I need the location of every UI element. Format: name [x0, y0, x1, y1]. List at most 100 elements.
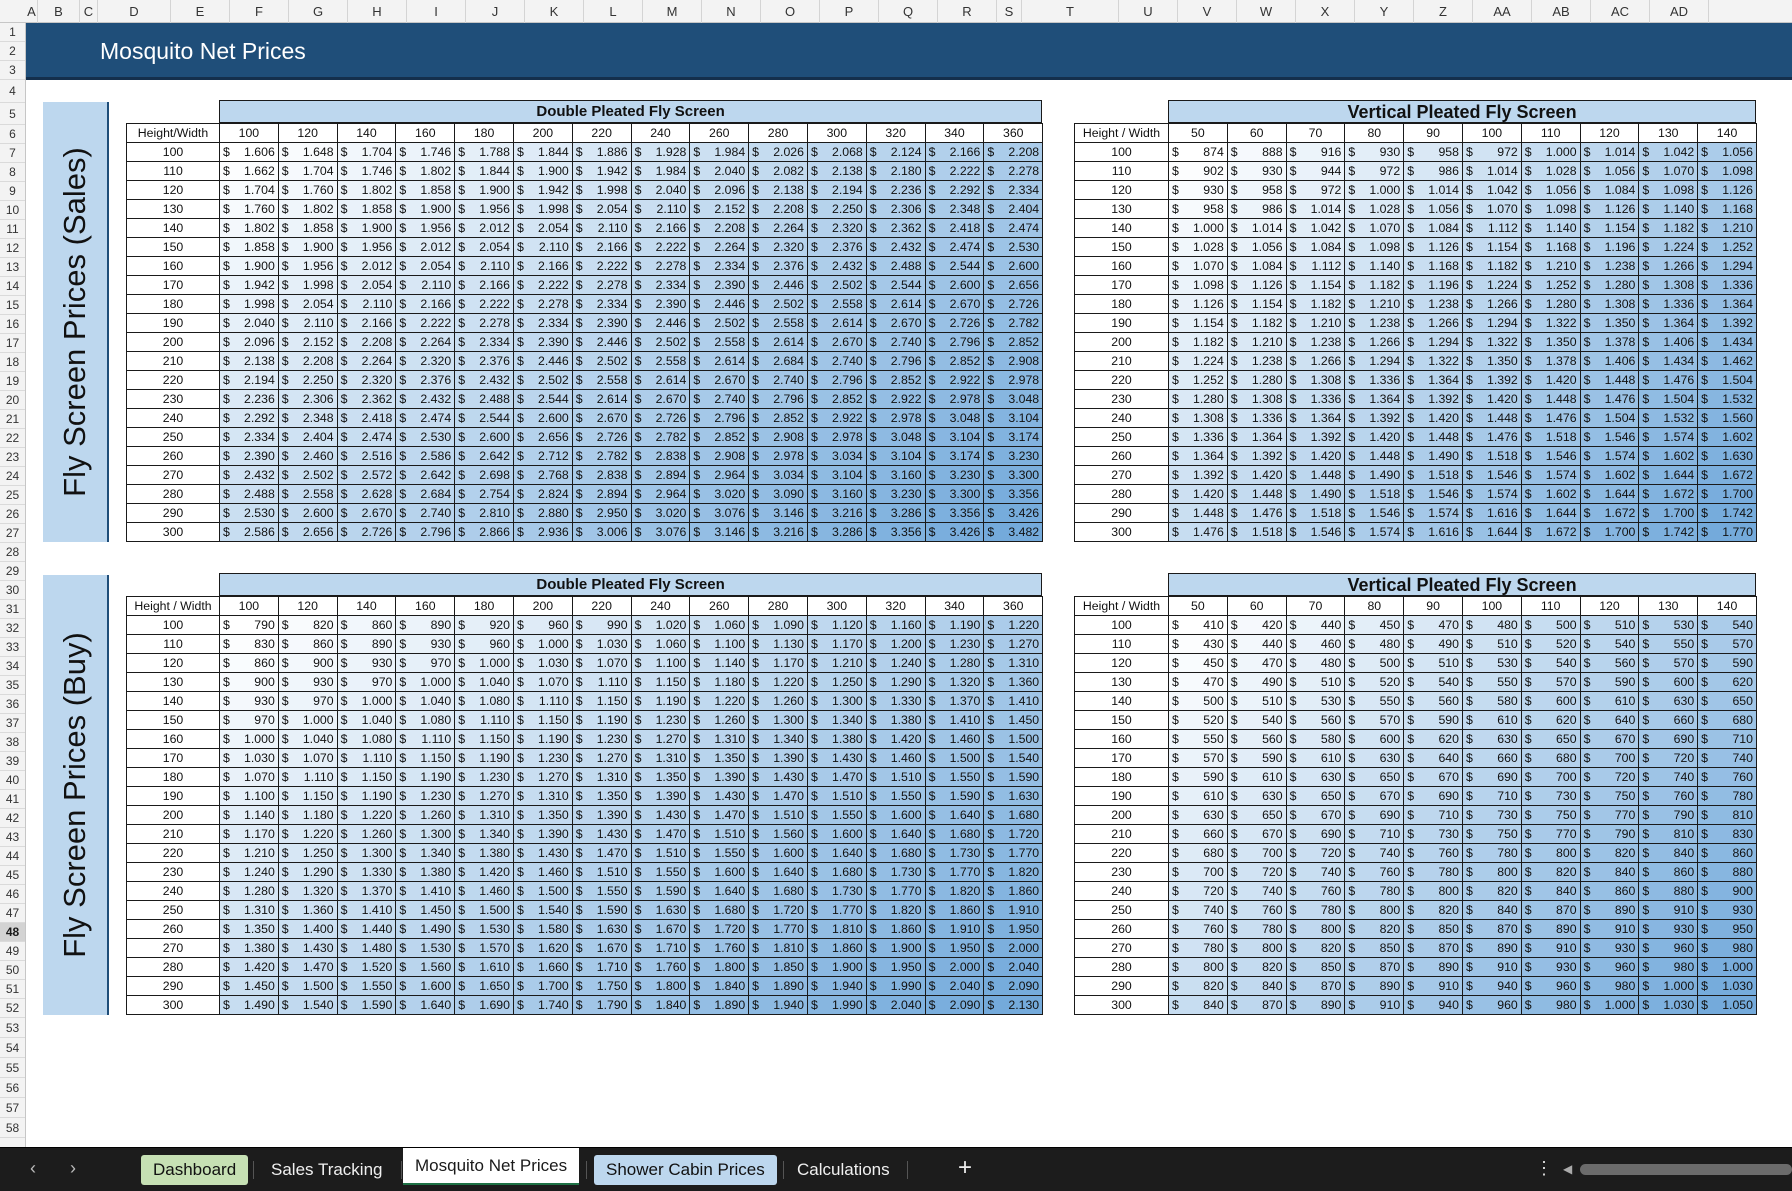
price-cell[interactable]: $760	[1168, 919, 1228, 939]
price-cell[interactable]: $1.266	[1403, 313, 1463, 333]
price-cell[interactable]: $3.048	[924, 408, 985, 428]
width-header[interactable]: 100	[219, 596, 279, 616]
height-label[interactable]: 200	[126, 332, 220, 352]
price-cell[interactable]: $2.054	[277, 294, 338, 314]
height-label[interactable]: 110	[1074, 161, 1169, 181]
price-cell[interactable]: $830	[1697, 824, 1757, 844]
price-cell[interactable]: $1.014	[1461, 161, 1522, 181]
width-header[interactable]: 120	[277, 123, 338, 143]
width-header[interactable]: 50	[1168, 123, 1228, 143]
price-cell[interactable]: $800	[1403, 881, 1463, 901]
price-cell[interactable]: $2.096	[219, 332, 279, 352]
price-cell[interactable]: $670	[1344, 786, 1405, 806]
price-cell[interactable]: $1.180	[689, 672, 750, 692]
price-cell[interactable]: $640	[1403, 748, 1463, 768]
price-cell[interactable]: $1.310	[571, 767, 632, 787]
price-cell[interactable]: $1.802	[219, 218, 279, 238]
price-cell[interactable]: $1.126	[1403, 237, 1463, 257]
price-cell[interactable]: $2.110	[571, 218, 632, 238]
height-label[interactable]: 230	[1074, 389, 1169, 409]
price-cell[interactable]: $590	[1226, 748, 1287, 768]
price-cell[interactable]: $660	[1638, 710, 1699, 730]
price-cell[interactable]: $1.420	[1520, 370, 1581, 390]
width-header[interactable]: 90	[1403, 123, 1463, 143]
price-cell[interactable]: $1.430	[748, 767, 808, 787]
height-label[interactable]: 160	[126, 729, 220, 749]
price-cell[interactable]: $1.672	[1697, 465, 1757, 485]
price-cell[interactable]: $1.490	[1285, 484, 1346, 504]
price-cell[interactable]: $1.030	[1697, 976, 1757, 996]
price-cell[interactable]: $1.190	[395, 767, 456, 787]
price-cell[interactable]: $944	[1285, 161, 1346, 181]
price-cell[interactable]: $1.510	[689, 824, 750, 844]
price-cell[interactable]: $2.110	[512, 237, 573, 257]
price-cell[interactable]: $2.446	[630, 313, 691, 333]
price-cell[interactable]: $1.680	[806, 862, 867, 882]
price-cell[interactable]: $2.152	[689, 199, 750, 219]
price-cell[interactable]: $1.760	[689, 938, 750, 958]
price-cell[interactable]: $1.770	[924, 862, 985, 882]
price-cell[interactable]: $1.260	[689, 710, 750, 730]
price-cell[interactable]: $1.742	[1638, 522, 1699, 542]
price-cell[interactable]: $980	[1638, 957, 1699, 977]
price-cell[interactable]: $1.550	[571, 881, 632, 901]
price-cell[interactable]: $1.640	[748, 862, 808, 882]
price-cell[interactable]: $760	[1344, 862, 1405, 882]
price-cell[interactable]: $1.746	[336, 161, 397, 181]
price-cell[interactable]: $2.404	[983, 199, 1044, 219]
price-cell[interactable]: $470	[1226, 653, 1287, 673]
row-header[interactable]: 4	[0, 80, 25, 103]
price-cell[interactable]: $1.210	[806, 653, 867, 673]
price-cell[interactable]: $1.336	[1285, 389, 1346, 409]
price-cell[interactable]: $1.470	[277, 957, 338, 977]
price-cell[interactable]: $2.726	[983, 294, 1044, 314]
width-header[interactable]: 80	[1344, 596, 1405, 616]
price-cell[interactable]: $1.336	[1638, 294, 1699, 314]
price-cell[interactable]: $1.300	[806, 691, 867, 711]
price-cell[interactable]: $720	[1285, 843, 1346, 863]
price-cell[interactable]: $1.430	[277, 938, 338, 958]
price-cell[interactable]: $720	[1226, 862, 1287, 882]
price-cell[interactable]: $2.740	[806, 351, 867, 371]
price-cell[interactable]: $1.350	[630, 767, 691, 787]
price-cell[interactable]: $3.356	[865, 522, 926, 542]
row-header[interactable]: 21	[0, 410, 25, 429]
price-cell[interactable]: $3.090	[748, 484, 808, 504]
price-cell[interactable]: $1.238	[1285, 332, 1346, 352]
price-cell[interactable]: $2.222	[454, 294, 514, 314]
column-header[interactable]: M	[643, 0, 702, 23]
price-cell[interactable]: $1.788	[454, 142, 514, 162]
price-cell[interactable]: $1.110	[277, 767, 338, 787]
height-label[interactable]: 270	[1074, 465, 1169, 485]
price-cell[interactable]: $1.820	[924, 881, 985, 901]
price-cell[interactable]: $972	[1344, 161, 1405, 181]
price-cell[interactable]: $1.266	[1461, 294, 1522, 314]
price-cell[interactable]: $1.170	[806, 634, 867, 654]
price-cell[interactable]: $958	[1226, 180, 1287, 200]
price-cell[interactable]: $1.680	[748, 881, 808, 901]
price-cell[interactable]: $2.166	[512, 256, 573, 276]
price-cell[interactable]: $2.628	[336, 484, 397, 504]
price-cell[interactable]: $2.222	[512, 275, 573, 295]
price-cell[interactable]: $1.984	[689, 142, 750, 162]
height-label[interactable]: 230	[126, 389, 220, 409]
price-cell[interactable]: $1.600	[748, 843, 808, 863]
height-label[interactable]: 280	[1074, 957, 1169, 977]
price-cell[interactable]: $1.590	[983, 767, 1044, 787]
row-header[interactable]: 34	[0, 657, 25, 676]
row-header[interactable]: 26	[0, 505, 25, 524]
column-header[interactable]: G	[289, 0, 348, 23]
price-cell[interactable]: $1.844	[454, 161, 514, 181]
price-cell[interactable]: $510	[1461, 634, 1522, 654]
row-header[interactable]: 47	[0, 904, 25, 923]
price-cell[interactable]: $2.236	[865, 180, 926, 200]
price-cell[interactable]: $2.264	[748, 218, 808, 238]
price-cell[interactable]: $2.502	[571, 351, 632, 371]
price-cell[interactable]: $2.278	[630, 256, 691, 276]
price-cell[interactable]: $1.410	[983, 691, 1044, 711]
price-cell[interactable]: $1.252	[1168, 370, 1228, 390]
width-header[interactable]: 320	[865, 596, 926, 616]
price-cell[interactable]: $1.670	[630, 919, 691, 939]
column-header[interactable]: C	[80, 0, 98, 23]
price-cell[interactable]: $1.450	[219, 976, 279, 996]
